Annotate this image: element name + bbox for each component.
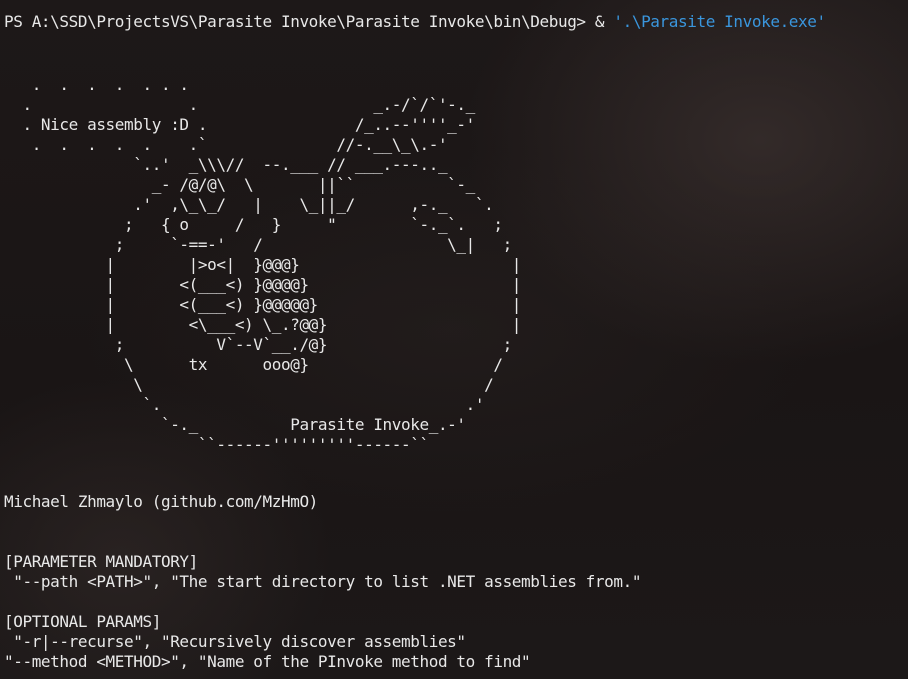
prompt-path: PS A:\SSD\ProjectsVS\Parasite Invoke\Par… [4,12,595,31]
optional-section-header: [OPTIONAL PARAMS] [4,612,161,631]
call-operator: & [594,12,614,31]
terminal-window[interactable]: PS A:\SSD\ProjectsVS\Parasite Invoke\Par… [0,0,908,679]
optional-param-recurse: "-r|--recurse", "Recursively discover as… [4,632,466,651]
ascii-art-banner: . . . . . . . . . _.-/`/`'-._ . Nice ass… [22,75,522,454]
mandatory-param-path: "--path <PATH>", "The start directory to… [4,572,642,591]
command-string: '.\Parasite Invoke.exe' [613,12,826,31]
command-line: PS A:\SSD\ProjectsVS\Parasite Invoke\Par… [4,12,826,32]
mandatory-section-header: [PARAMETER MANDATORY] [4,552,198,571]
author-credit: Michael Zhmaylo (github.com/MzHmO) [4,492,318,511]
optional-param-method: "--method <METHOD>", "Name of the PInvok… [4,652,531,671]
